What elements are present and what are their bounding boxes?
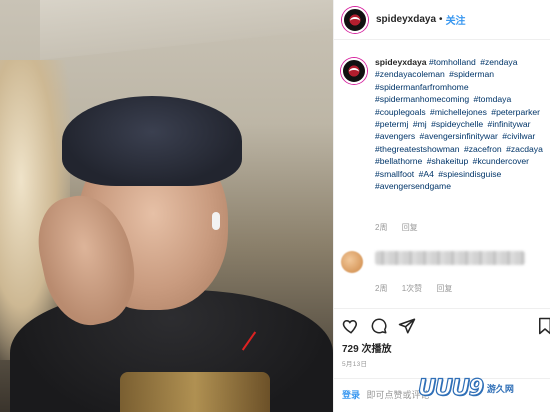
- hoodie-print: [120, 372, 270, 412]
- login-bar: 登录 即可点赞或评论: [342, 388, 430, 401]
- share-icon[interactable]: [398, 317, 416, 335]
- caption-block: spideyxdaya #tomholland #zendaya #zenday…: [341, 56, 547, 192]
- hashtag-link[interactable]: #smallfoot: [375, 169, 414, 179]
- bookmark-icon[interactable]: [536, 317, 550, 335]
- post-date: 5月13日: [342, 361, 368, 368]
- caption-reply-button[interactable]: 回复: [402, 223, 418, 232]
- caption-time: 2周: [375, 223, 388, 232]
- author-username[interactable]: spideyxdaya: [376, 14, 436, 25]
- site-watermark: UUU9 游久网: [417, 368, 548, 408]
- login-link[interactable]: 登录: [342, 390, 360, 400]
- hashtag-link[interactable]: #zendaya: [480, 57, 517, 67]
- hashtag-link[interactable]: #spidermanfarfromhome: [375, 82, 469, 92]
- comment-text-blurred: [375, 251, 525, 265]
- author-avatar[interactable]: [342, 6, 368, 33]
- hashtag-link[interactable]: #zacefron: [464, 144, 502, 154]
- hashtag-link[interactable]: #avengersinfinitywar: [420, 131, 498, 141]
- hashtag-link[interactable]: #bellathorne: [375, 156, 422, 166]
- heart-icon[interactable]: [342, 317, 360, 335]
- hashtag-list: #tomholland #zendaya #zendayacoleman #sp…: [375, 57, 545, 191]
- hashtag-link[interactable]: #thegreatestshowman: [375, 144, 460, 154]
- hashtag-link[interactable]: #petermj: [375, 119, 408, 129]
- comment-likes[interactable]: 1次赞: [402, 284, 422, 293]
- hashtag-link[interactable]: #shakeitup: [427, 156, 469, 166]
- hashtag-link[interactable]: #infinitywar: [488, 119, 531, 129]
- hashtag-link[interactable]: #spideychelle: [431, 119, 483, 129]
- caption-avatar[interactable]: [341, 58, 367, 84]
- comment-reply-button[interactable]: 回复: [436, 284, 452, 293]
- comment-meta: 2周 1次赞 回复: [375, 283, 464, 294]
- post-header: spideyxdaya • 关注: [334, 0, 550, 40]
- earbud: [212, 212, 220, 230]
- follow-button[interactable]: 关注: [446, 12, 466, 27]
- hashtag-link[interactable]: #tomholland: [429, 57, 476, 67]
- hashtag-link[interactable]: #mj: [413, 119, 427, 129]
- hashtag-link[interactable]: #couplegoals: [375, 107, 426, 117]
- hashtag-link[interactable]: #spidermanhomecoming: [375, 94, 469, 104]
- action-bar: [342, 317, 550, 337]
- hashtag-link[interactable]: #civilwar: [502, 131, 535, 141]
- hashtag-link[interactable]: #avengers: [375, 131, 415, 141]
- actions-divider: [333, 308, 550, 309]
- caption-text: spideyxdaya #tomholland #zendaya #zenday…: [375, 56, 547, 192]
- hashtag-link[interactable]: #avengersendgame: [375, 181, 451, 191]
- hashtag-link[interactable]: #spiesindisguise: [438, 169, 501, 179]
- commenter-avatar[interactable]: [341, 251, 363, 273]
- watermark-site: 游久网: [486, 383, 514, 394]
- post-video[interactable]: [0, 0, 333, 412]
- hashtag-link[interactable]: #tomdaya: [474, 94, 512, 104]
- comment-row: [341, 247, 541, 277]
- hashtag-link[interactable]: #zendayacoleman: [375, 69, 445, 79]
- caption-meta: 2周 回复: [375, 222, 430, 233]
- flat-cap: [62, 96, 242, 186]
- hashtag-link[interactable]: #peterparker: [491, 107, 540, 117]
- hashtag-link[interactable]: #A4: [419, 169, 434, 179]
- comment-icon[interactable]: [370, 317, 388, 335]
- comment-time: 2周: [375, 284, 388, 293]
- hashtag-link[interactable]: #michellejones: [430, 107, 487, 117]
- hashtag-link[interactable]: #zacdaya: [506, 144, 543, 154]
- view-count[interactable]: 729 次播放: [342, 340, 391, 355]
- cabin-ceiling: [40, 0, 333, 61]
- separator-dot: •: [439, 14, 443, 25]
- watermark-logo: UUU9: [417, 375, 484, 401]
- hashtag-link[interactable]: #spiderman: [449, 69, 494, 79]
- hashtag-link[interactable]: #kcundercover: [473, 156, 529, 166]
- caption-username[interactable]: spideyxdaya: [375, 57, 427, 67]
